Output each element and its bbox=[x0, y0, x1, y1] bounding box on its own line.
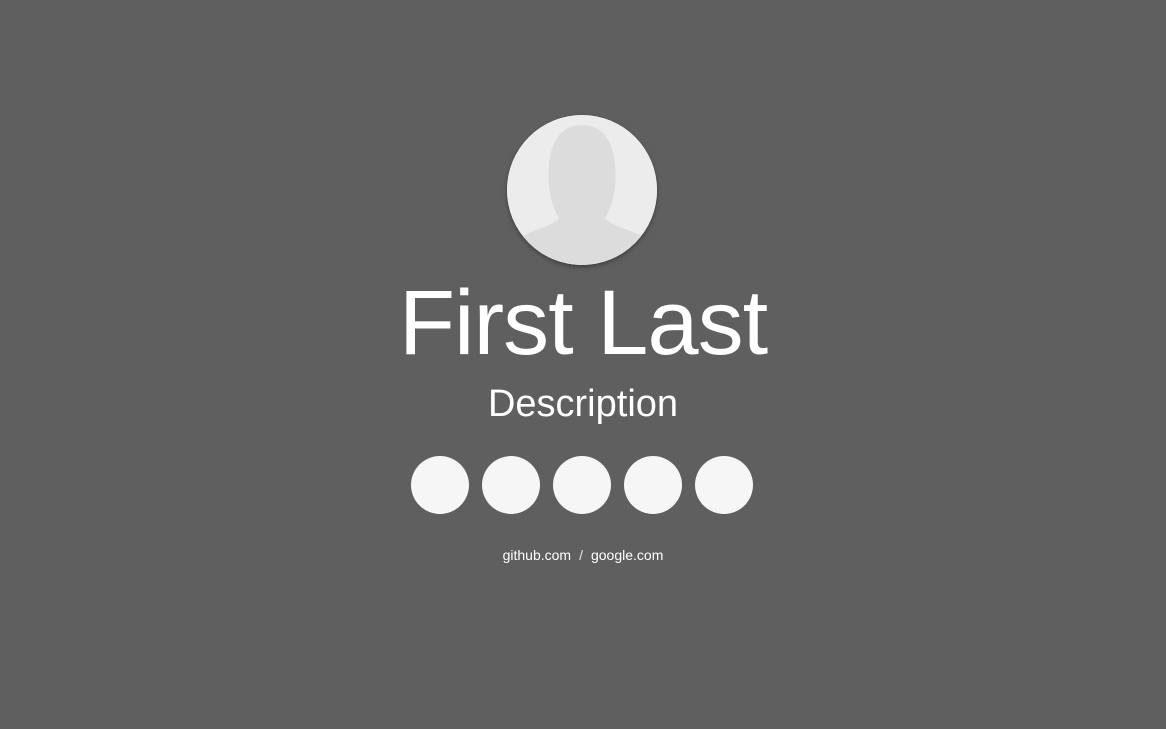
social-button-1[interactable] bbox=[411, 456, 469, 514]
profile-name: First Last bbox=[398, 272, 768, 374]
link-separator: / bbox=[579, 547, 583, 563]
social-links bbox=[411, 456, 753, 514]
social-button-5[interactable] bbox=[695, 456, 753, 514]
github-link[interactable]: github.com bbox=[503, 547, 571, 563]
social-button-4[interactable] bbox=[624, 456, 682, 514]
footer-links: github.com / google.com bbox=[0, 546, 1166, 564]
user-silhouette-icon bbox=[507, 115, 657, 265]
avatar bbox=[507, 115, 657, 265]
profile-description: Description bbox=[487, 383, 679, 425]
google-link[interactable]: google.com bbox=[591, 547, 663, 563]
social-button-3[interactable] bbox=[553, 456, 611, 514]
social-button-2[interactable] bbox=[482, 456, 540, 514]
